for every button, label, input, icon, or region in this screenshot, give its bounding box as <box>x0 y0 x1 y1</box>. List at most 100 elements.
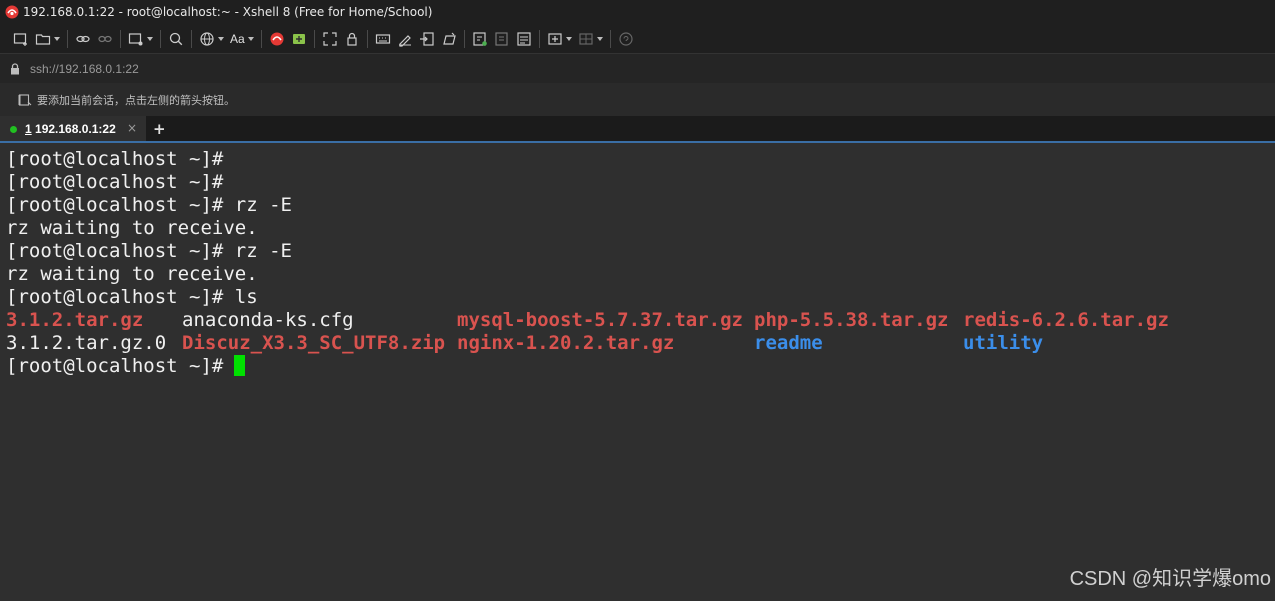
unlink-icon <box>98 35 112 42</box>
title-bar: 192.168.0.1:22 - root@localhost:~ - Xshe… <box>0 0 1275 24</box>
help-icon <box>619 31 633 46</box>
search-icon <box>169 32 183 45</box>
chevron-down-icon <box>218 36 224 41</box>
file-entry: 3.1.2.tar.gz.0 <box>6 332 167 354</box>
help-button[interactable] <box>615 28 637 50</box>
compose-button[interactable] <box>438 28 460 50</box>
new-tab-button[interactable] <box>469 28 491 50</box>
new-window-button[interactable] <box>125 28 156 50</box>
address-bar: ssh://192.168.0.1:22 <box>0 53 1275 83</box>
lock-icon <box>11 63 19 75</box>
toolbar-divider <box>313 29 315 48</box>
disconnect-button[interactable] <box>94 28 116 50</box>
xshell-button[interactable] <box>266 28 288 50</box>
close-icon[interactable]: × <box>127 121 137 135</box>
terminal[interactable]: [root@localhost ~]# [root@localhost ~]# … <box>0 143 1275 601</box>
new-session-icon <box>13 32 27 46</box>
lock-button[interactable] <box>341 28 363 50</box>
toolbar-divider <box>538 29 540 48</box>
keyboard-icon <box>375 33 390 44</box>
toolbar-divider <box>463 29 465 48</box>
xshell-logo-icon <box>5 5 19 19</box>
terminal-cursor <box>234 355 246 376</box>
chevron-down-icon <box>565 36 572 41</box>
new-session-button[interactable] <box>10 28 32 50</box>
keyboard-button[interactable] <box>372 28 394 50</box>
tab-title: 192.168.0.1:22 <box>35 122 116 136</box>
add-session-arrow-icon[interactable] <box>18 93 32 107</box>
toolbar-divider <box>191 29 192 48</box>
fullscreen-button[interactable] <box>319 28 341 50</box>
xshell-logo-icon <box>270 32 284 45</box>
font-icon: Aa <box>230 31 245 46</box>
file-entry: 3.1.2.tar.gz <box>6 309 144 331</box>
toolbar-divider <box>120 29 121 48</box>
open-button[interactable] <box>32 28 63 50</box>
transfer-icon <box>419 31 434 46</box>
font-button[interactable]: Aa <box>227 28 257 50</box>
directory-entry: utility <box>963 332 1044 354</box>
encoding-button[interactable] <box>196 28 227 50</box>
xftp-button[interactable] <box>288 28 310 50</box>
file-entry: anaconda-ks.cfg <box>182 309 354 331</box>
terminal-line: rz waiting to receive. <box>6 263 258 285</box>
transfer-button[interactable] <box>416 28 438 50</box>
address-field[interactable]: ssh://192.168.0.1:22 <box>8 58 1275 80</box>
prompt-text: [root@localhost ~]# <box>6 355 224 377</box>
terminal-line: [root@localhost ~]# <box>6 148 224 170</box>
connect-button[interactable] <box>72 28 94 50</box>
watermark: CSDN @知识学爆omo <box>1069 568 1271 590</box>
file-entry: mysql-boost-5.7.37.tar.gz <box>457 309 743 331</box>
split-icon <box>579 32 593 45</box>
session-hint-bar: 要添加当前会话，点击左侧的箭头按钮。 <box>0 83 1275 116</box>
globe-icon <box>200 31 214 46</box>
layout-icon <box>517 31 531 46</box>
file-entry: redis-6.2.6.tar.gz <box>963 309 1169 331</box>
tab-label: 1 192.168.0.1:22 <box>25 122 116 136</box>
tab-session-1[interactable]: 1 192.168.0.1:22 × <box>0 116 146 142</box>
address-text: ssh://192.168.0.1:22 <box>30 62 139 76</box>
tab-bar: 1 192.168.0.1:22 × + <box>0 116 1275 142</box>
script-button[interactable] <box>394 28 416 50</box>
add-window-icon <box>548 32 562 45</box>
xftp-icon <box>292 33 305 44</box>
compose-icon <box>442 32 456 45</box>
find-button[interactable] <box>165 28 187 50</box>
ls-output-row: 3.1.2.tar.gz anaconda-ks.cfg mysql-boost… <box>6 309 1275 332</box>
chevron-down-icon <box>247 36 254 41</box>
terminal-line: [root@localhost ~]# rz -E <box>6 194 292 216</box>
ls-output-row: 3.1.2.tar.gz.0 Discuz_X3.3_SC_UTF8.zip n… <box>6 332 1275 355</box>
link-icon <box>76 35 90 42</box>
new-window-icon <box>128 32 143 45</box>
layout-button[interactable] <box>513 28 535 50</box>
chevron-down-icon <box>54 36 60 41</box>
lock-icon <box>347 32 357 46</box>
chevron-down-icon <box>596 36 603 41</box>
hint-text: 要添加当前会话，点击左侧的箭头按钮。 <box>37 93 235 107</box>
tile-button[interactable] <box>491 28 513 50</box>
file-entry: php-5.5.38.tar.gz <box>754 309 949 331</box>
add-window-button[interactable] <box>544 28 575 50</box>
directory-entry: readme <box>754 332 823 354</box>
toolbar: Aa <box>0 24 1275 53</box>
toolbar-divider <box>260 29 262 48</box>
script-icon <box>398 34 411 47</box>
connected-status-icon <box>10 125 17 133</box>
file-entry: nginx-1.20.2.tar.gz <box>457 332 675 354</box>
terminal-line: [root@localhost ~]# <box>6 171 224 193</box>
split-button[interactable] <box>575 28 606 50</box>
terminal-line: rz waiting to receive. <box>6 217 258 239</box>
toolbar-divider <box>67 29 68 48</box>
terminal-line: [root@localhost ~]# rz -E <box>6 240 292 262</box>
toolbar-divider <box>366 29 368 48</box>
add-tab-button[interactable]: + <box>153 120 166 138</box>
tile-icon <box>495 31 508 46</box>
file-entry: Discuz_X3.3_SC_UTF8.zip <box>182 332 446 354</box>
window-title: 192.168.0.1:22 - root@localhost:~ - Xshe… <box>23 5 433 19</box>
fullscreen-icon <box>323 31 337 46</box>
chevron-down-icon <box>147 36 153 41</box>
new-tab-icon <box>473 31 487 46</box>
open-folder-icon <box>35 33 51 45</box>
terminal-line: [root@localhost ~]# ls <box>6 286 258 308</box>
terminal-prompt-line: [root@localhost ~]# <box>6 355 1275 378</box>
